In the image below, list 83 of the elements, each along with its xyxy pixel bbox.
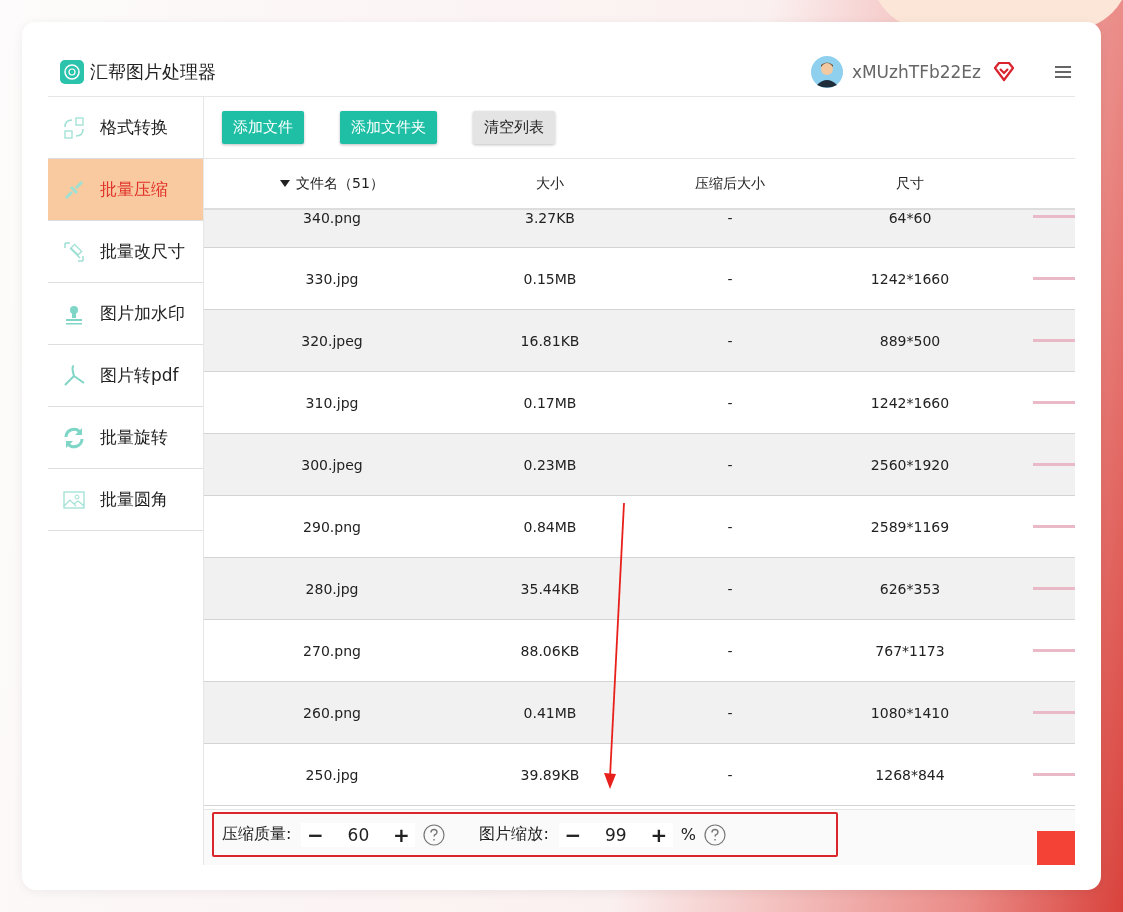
image-dimensions: 889*500 [879,332,941,349]
image-dimensions: 2560*1920 [870,456,950,473]
compressed-size: - [727,210,733,226]
progress-track [1033,525,1075,528]
refresh-arrows-icon [62,115,86,140]
column-header[interactable]: 大小 [460,174,640,193]
sort-caret-icon [280,180,291,187]
toolbar-button[interactable]: 清空列表 [473,111,555,144]
file-name: 280.jpg [305,580,359,597]
sidebar-item[interactable]: 批量圆角 [48,469,203,531]
menu-icon[interactable] [1055,65,1071,79]
file-name: 300.jpeg [301,456,363,473]
sidebar-item[interactable]: 批量改尺寸 [48,221,203,283]
value-field[interactable]: 60 [329,824,388,845]
help-icon[interactable] [423,823,446,846]
compressed-size: - [727,456,733,473]
diamond-icon[interactable] [993,62,1015,82]
compressed-size: - [727,642,733,659]
value-field[interactable]: 99 [586,824,645,845]
sidebar-item[interactable]: 批量旋转 [48,407,203,469]
file-name: 260.png [303,704,361,721]
image-dimensions: 1268*844 [875,766,945,783]
rotate-icon [62,425,86,450]
image-dimensions: 1242*1660 [870,394,950,411]
user-name[interactable]: xMUzhTFb22Ez [851,62,981,82]
image-dimensions: 2589*1169 [870,518,950,535]
sidebar-item[interactable]: 图片加水印 [48,283,203,345]
file-size: 88.06KB [520,642,580,659]
file-name: 330.jpg [305,270,359,287]
file-size: 0.23MB [523,456,577,473]
progress-track [1033,587,1075,590]
image-dimensions: 626*353 [879,580,941,597]
column-header[interactable]: 压缩后大小 [640,174,820,193]
table-row[interactable]: 250.jpg 39.89KB - 1268*844 [204,744,1075,806]
start-button[interactable] [1037,831,1075,865]
setting-label: 压缩质量: [222,824,292,845]
sidebar-item[interactable]: 图片转pdf [48,345,203,407]
file-size: 0.15MB [523,270,577,287]
column-header[interactable]: 尺寸 [820,174,1000,193]
progress-track [1033,277,1075,280]
avatar-icon[interactable] [810,56,843,88]
file-size: 35.44KB [520,580,580,597]
help-icon[interactable] [704,823,726,846]
compressed-size: - [727,270,733,287]
setting-label: 图片缩放: [479,824,549,845]
unit-label: % [680,825,696,844]
app-logo-icon [60,60,84,84]
compressed-size: - [727,766,733,783]
table-row[interactable]: 320.jpeg 16.81KB - 889*500 [204,310,1075,372]
progress-track [1033,649,1075,652]
compressed-size: - [727,580,733,597]
progress-track [1033,401,1075,404]
table-row[interactable]: 300.jpeg 0.23MB - 2560*1920 [204,434,1075,496]
progress-track [1033,215,1075,218]
file-name: 310.jpg [305,394,359,411]
app-title: 汇帮图片处理器 [90,60,216,84]
progress-track [1033,773,1075,776]
compressed-size: - [727,394,733,411]
table-row[interactable]: 280.jpg 35.44KB - 626*353 [204,558,1075,620]
compressed-size: - [727,518,733,535]
table-row[interactable]: 260.png 0.41MB - 1080*1410 [204,682,1075,744]
file-name: 290.png [303,518,361,535]
file-name: 320.jpeg [301,332,363,349]
file-name: 340.png [303,210,361,226]
progress-track [1033,339,1075,342]
progress-track [1033,711,1075,714]
compressed-size: - [727,704,733,721]
file-size: 39.89KB [520,766,580,783]
column-header[interactable]: 文件名（51） [204,174,460,193]
image-dimensions: 767*1173 [875,642,945,659]
file-size: 3.27KB [525,210,575,226]
image-dimensions: 1080*1410 [870,704,950,721]
file-size: 0.41MB [523,704,577,721]
image-dimensions: 64*60 [888,210,932,226]
file-size: 0.84MB [523,518,577,535]
file-size: 0.17MB [523,394,577,411]
file-size: 16.81KB [520,332,580,349]
progress-track [1033,463,1075,466]
image-dimensions: 1242*1660 [870,270,950,287]
file-name: 250.jpg [305,766,359,783]
file-name: 270.png [303,642,361,659]
table-row[interactable]: 340.png 3.27KB - 64*60 [204,210,1075,248]
compressed-size: - [727,332,733,349]
